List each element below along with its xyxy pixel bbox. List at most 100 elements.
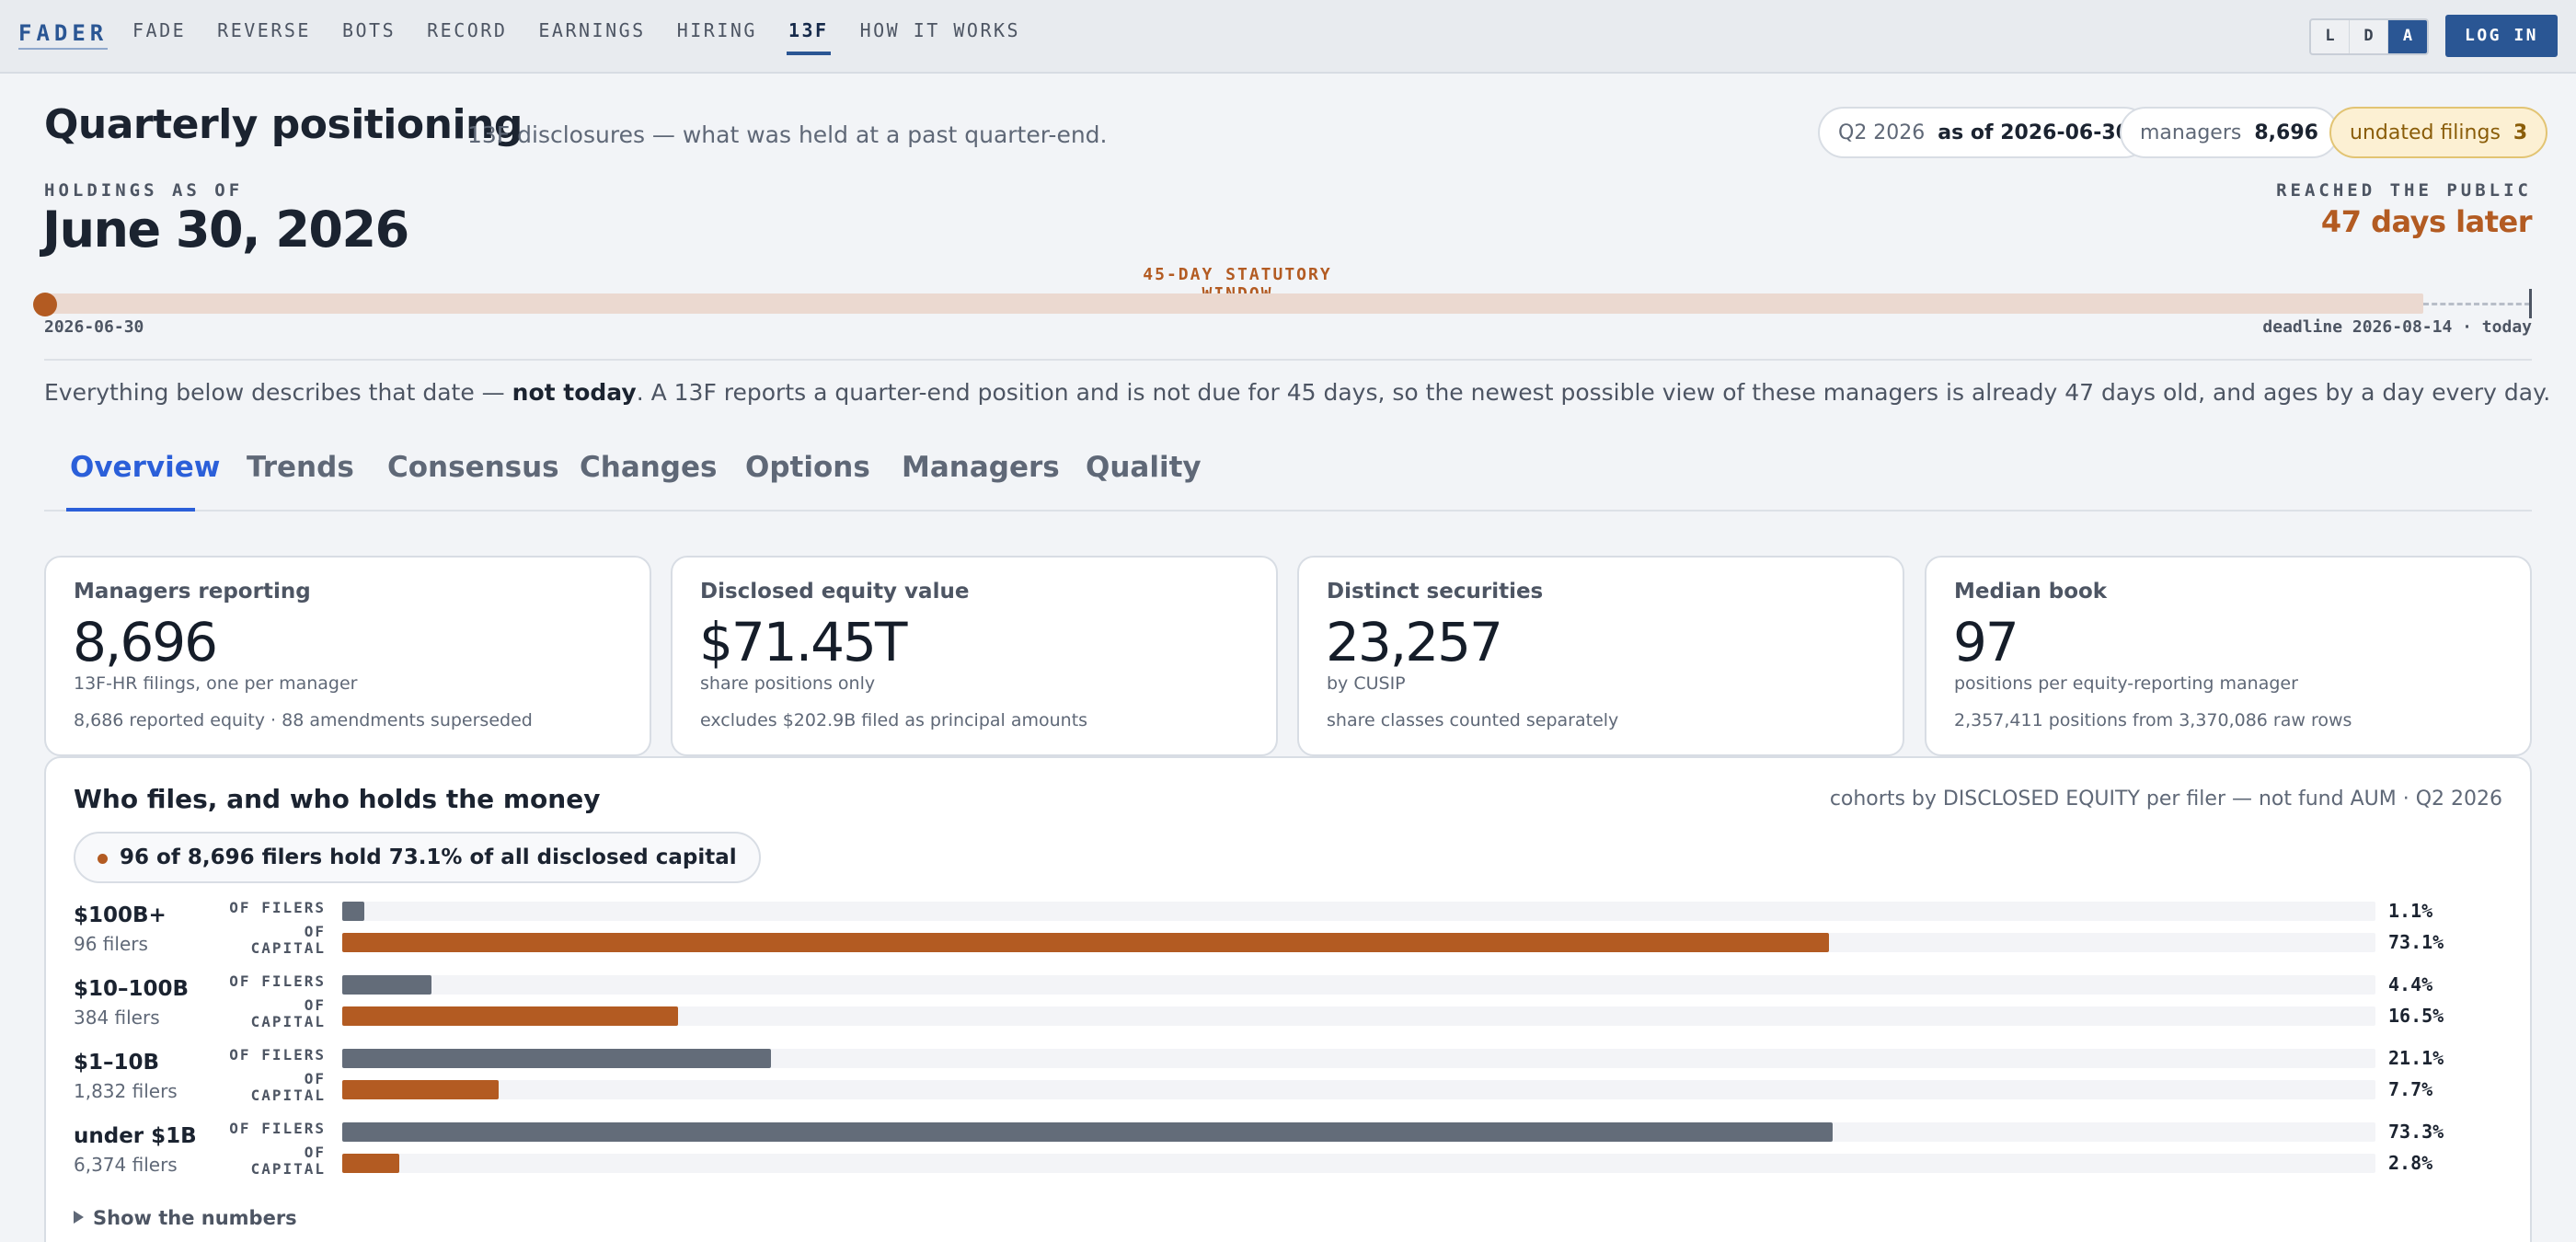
page-title: Quarterly positioning [44,101,523,148]
disclosure-triangle-icon [74,1211,84,1224]
of-capital-label-line2: CAPITAL [250,1160,326,1178]
stat-label: Disclosed equity value [700,580,970,604]
cohort-name: $1–10B [74,1051,160,1075]
undated-filings-value: 3 [2513,121,2528,144]
quarter-pill[interactable]: Q2 2026 as of 2026-06-30 [1818,107,2150,158]
cohort-count: 384 filers [74,1006,160,1029]
stat-card-disclosed-equity: Disclosed equity value $71.45T share pos… [671,556,1278,756]
of-capital-label-line1: OF [304,923,326,940]
tab-managers[interactable]: Managers [902,451,1060,484]
filers-bar-track [342,1049,2375,1068]
stat-card-managers-reporting: Managers reporting 8,696 13F-HR filings,… [44,556,651,756]
nav-item-bots[interactable]: BOTS [340,0,397,74]
filers-bar-track [342,1122,2375,1142]
stat-note: share classes counted separately [1327,710,1619,730]
filers-bar [342,1049,772,1068]
timeline-today-marker [2529,289,2532,318]
stat-label: Managers reporting [74,580,311,604]
reached-public-eyebrow: REACHED THE PUBLIC [2276,180,2532,201]
stat-note: 2,357,411 positions from 3,370,086 raw r… [1954,710,2352,730]
stat-sub: positions per equity-reporting manager [1954,673,2298,694]
theme-dark-button[interactable]: D [2350,20,2388,53]
tab-quality[interactable]: Quality [1086,451,1202,484]
theme-light-button[interactable]: L [2311,20,2350,53]
of-filers-label: OF FILERS [229,972,326,990]
cohorts-panel-meta: cohorts by DISCLOSED EQUITY per filer — … [1829,788,2502,811]
managers-pill[interactable]: managers 8,696 [2120,107,2339,158]
capital-bar-track [342,1080,2375,1099]
statutory-window-bar [44,293,2423,314]
of-capital-label-line1: OF [304,1144,326,1161]
timeline-deadline-label: deadline 2026-08-14 · today [2262,317,2532,337]
stat-note: excludes $202.9B filed as principal amou… [700,710,1088,730]
explainer-lead: Everything below describes that date — [44,379,512,406]
capital-pct: 7.7% [2388,1078,2433,1100]
explainer-rest: . A 13F reports a quarter-end position a… [636,379,2551,406]
tab-overview[interactable]: Overview [70,451,220,484]
nav-item-reverse[interactable]: REVERSE [215,0,313,74]
filers-bar-track [342,902,2375,921]
capital-bar-track [342,1154,2375,1173]
filers-bar-track [342,975,2375,995]
of-capital-label: OF CAPITAL [215,1144,326,1178]
of-filers-label: OF FILERS [229,899,326,916]
tab-changes[interactable]: Changes [580,451,717,484]
timeline-start-date: 2026-06-30 [44,317,144,337]
capital-pct: 73.1% [2388,931,2444,953]
nav-item-13f[interactable]: 13F [786,0,831,74]
stat-label: Median book [1954,580,2108,604]
filers-bar [342,975,432,995]
cohort-count: 96 filers [74,933,148,955]
nav-item-record[interactable]: RECORD [425,0,509,74]
undated-filings-pill[interactable]: undated filings 3 [2329,107,2548,158]
quarter-label: Q2 2026 [1838,121,1926,144]
of-filers-label: OF FILERS [229,1120,326,1137]
of-capital-label: OF CAPITAL [215,924,326,957]
filers-pct: 73.3% [2388,1121,2444,1143]
capital-bar-track [342,933,2375,952]
capital-pct: 2.8% [2388,1152,2433,1174]
tab-options[interactable]: Options [745,451,870,484]
nav-item-earnings[interactable]: EARNINGS [536,0,647,74]
reached-public-value: 47 days later [2320,204,2533,239]
concentration-callout: 96 of 8,696 filers hold 73.1% of all dis… [74,832,761,883]
show-numbers-label: Show the numbers [93,1207,297,1229]
brand-logo[interactable]: FADER [18,20,109,50]
stat-value: 8,696 [73,611,218,673]
stat-note: 8,686 reported equity · 88 amendments su… [74,710,533,730]
filers-bar [342,902,365,921]
explainer-emphasis: not today [512,379,637,406]
undated-filings-label: undated filings [2350,121,2501,144]
cohorts-panel-title: Who files, and who holds the money [74,784,601,814]
filers-pct: 4.4% [2388,973,2433,995]
explainer-text: Everything below describes that date — n… [44,379,2550,406]
cohort-count: 6,374 filers [74,1154,178,1176]
stat-value: 23,257 [1326,611,1503,673]
tab-consensus[interactable]: Consensus [387,451,559,484]
tab-trends[interactable]: Trends [247,451,354,484]
capital-pct: 16.5% [2388,1005,2444,1027]
capital-bar [342,1154,399,1173]
managers-label: managers [2140,121,2242,144]
login-button[interactable]: LOG IN [2445,15,2558,57]
stat-sub: 13F-HR filings, one per manager [74,673,358,694]
show-numbers-toggle[interactable]: Show the numbers [74,1207,297,1229]
holdings-eyebrow: HOLDINGS AS OF [44,180,244,201]
stat-sub: share positions only [700,673,876,694]
stat-sub: by CUSIP [1327,673,1406,694]
cohort-name: under $1B [74,1124,197,1148]
of-capital-label-line1: OF [304,1070,326,1087]
nav-item-hiring[interactable]: HIRING [675,0,759,74]
filers-pct: 1.1% [2388,900,2433,922]
of-capital-label: OF CAPITAL [215,1071,326,1104]
theme-auto-button[interactable]: A [2388,20,2427,53]
nav-item-fade[interactable]: FADE [131,0,188,74]
theme-toggle: L D A [2309,18,2429,55]
capital-bar [342,1006,678,1026]
capital-bar-track [342,1006,2375,1026]
capital-bar [342,1080,500,1099]
of-capital-label-line2: CAPITAL [250,1013,326,1030]
cohort-name: $100B+ [74,903,167,927]
stat-card-distinct-securities: Distinct securities 23,257 by CUSIP shar… [1297,556,1904,756]
nav-item-how-it-works[interactable]: HOW IT WORKS [858,0,1023,74]
